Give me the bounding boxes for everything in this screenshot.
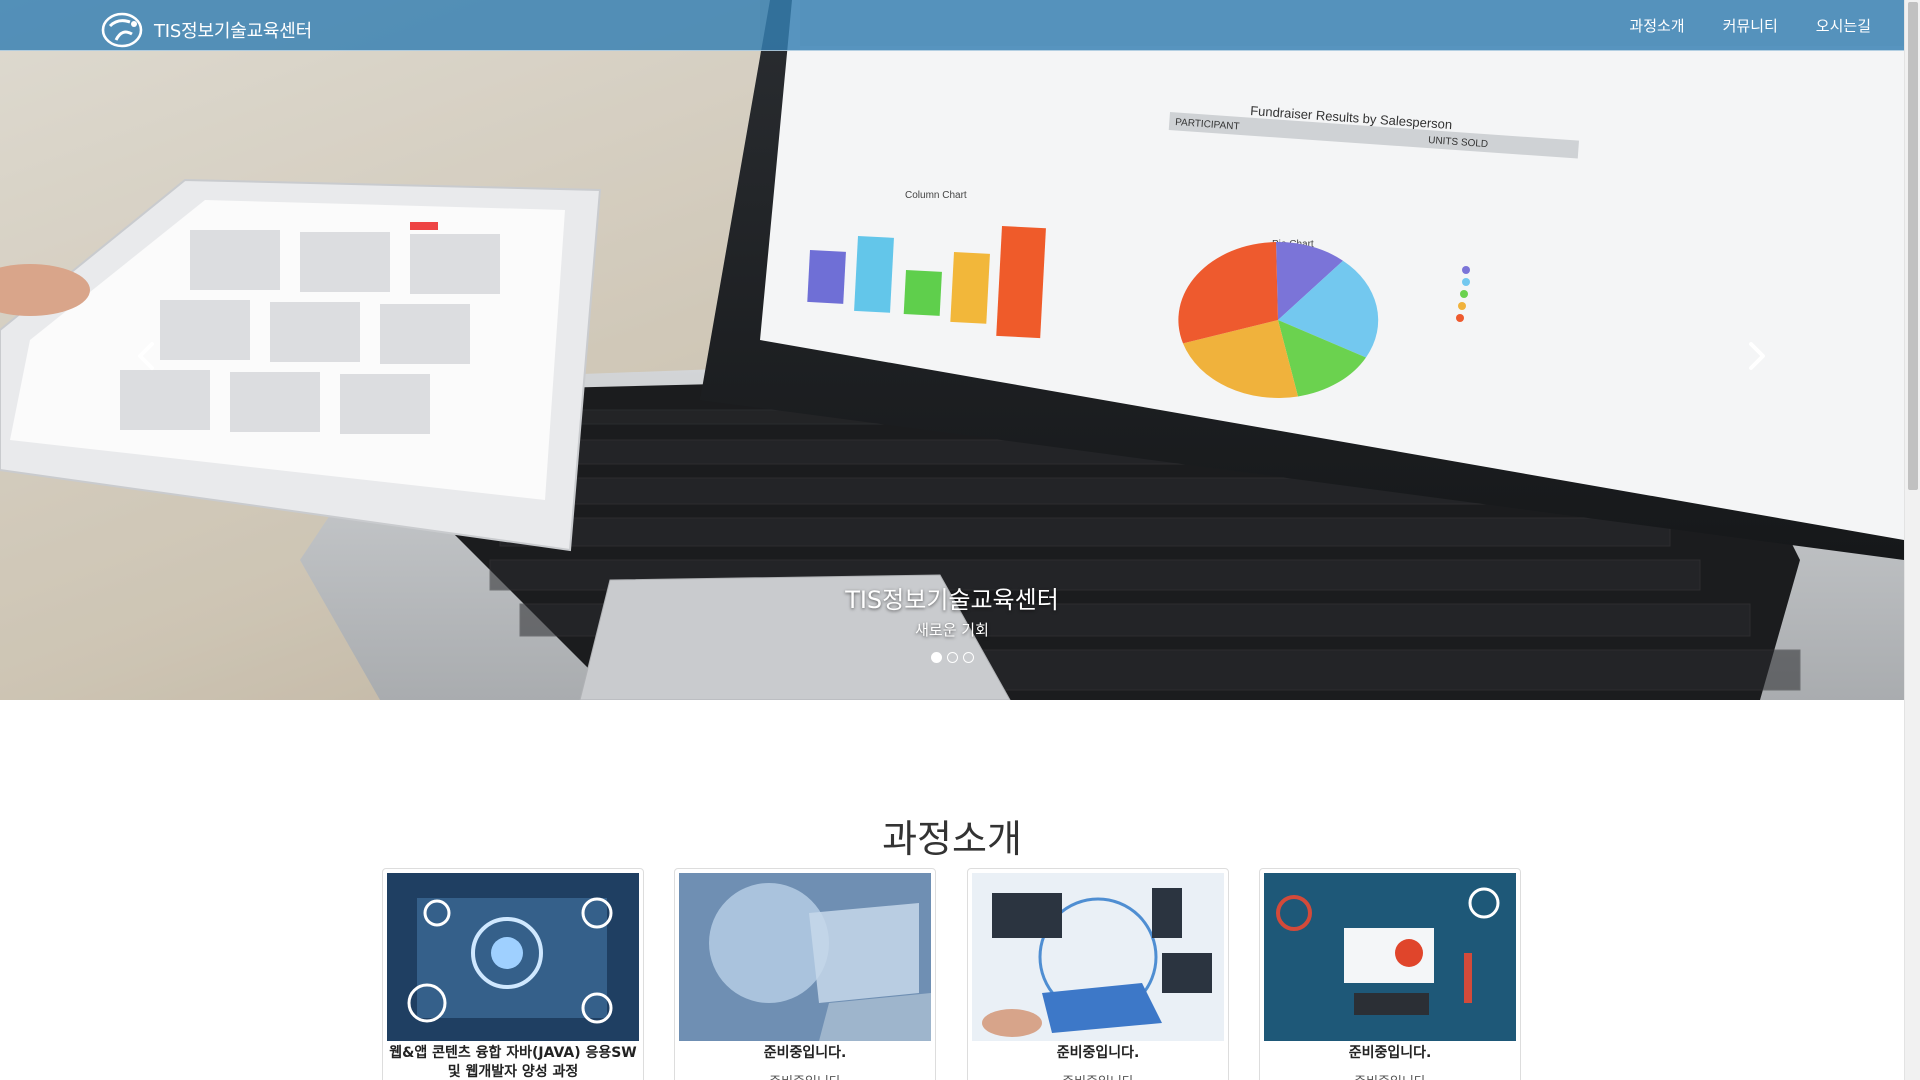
nav-menu: 과정소개 커뮤니티 오시는길 <box>1610 0 1890 51</box>
brand-link[interactable]: TIS정보기술교육센터 <box>100 12 312 48</box>
course-card-4[interactable]: 준비중입니다. 준비중입니다 <box>1259 868 1521 1080</box>
carousel-next-button[interactable] <box>1737 336 1777 376</box>
course-card-3[interactable]: 준비중입니다. 준비중입니다 <box>967 868 1229 1080</box>
carousel-prev-button[interactable] <box>126 336 166 376</box>
course-card-description: 준비중입니다 <box>972 1071 1224 1080</box>
carousel-indicator-1[interactable] <box>930 652 942 663</box>
course-card-description: 준비중입니다 <box>1264 1071 1516 1080</box>
carousel-indicators <box>0 652 1904 663</box>
carousel-caption-title: TIS정보기술교육센터 <box>845 586 1059 614</box>
course-card-image <box>972 873 1224 1041</box>
course-card-title: 준비중입니다. <box>1056 1045 1140 1061</box>
course-card-image <box>387 873 639 1041</box>
course-card-2[interactable]: 준비중입니다. 준비중입니다 <box>674 868 936 1080</box>
chevron-left-icon <box>138 342 154 370</box>
courses-section-title: 과정소개 <box>882 817 1022 861</box>
course-card-1[interactable]: 웹&앱 콘텐츠 융합 자바(JAVA) 응용SW 및 웹개발자 양성 과정 <box>382 868 644 1080</box>
page-scrollbar[interactable] <box>1904 0 1920 1080</box>
scrollbar-thumb[interactable] <box>1908 2 1918 490</box>
course-card-title: 준비중입니다. <box>763 1045 847 1061</box>
course-card-description: 준비중입니다 <box>679 1071 931 1080</box>
top-navbar: TIS정보기술교육센터 과정소개 커뮤니티 오시는길 <box>0 0 1904 51</box>
brand-logo-icon <box>101 12 143 48</box>
carousel-caption-subtitle: 새로운 기회 <box>915 621 989 639</box>
svg-text:Column Chart: Column Chart <box>905 190 967 201</box>
course-card-image <box>1264 873 1516 1041</box>
carousel-indicator-3[interactable] <box>962 652 974 663</box>
course-card-title: 웹&앱 콘텐츠 융합 자바(JAVA) 응용SW 및 웹개발자 양성 과정 <box>389 1045 637 1080</box>
nav-item-directions[interactable]: 오시는길 <box>1797 15 1890 36</box>
brand-name: TIS정보기술교육센터 <box>154 21 313 42</box>
course-card-image <box>679 873 931 1041</box>
course-card-title: 준비중입니다. <box>1348 1045 1432 1061</box>
nav-item-community[interactable]: 커뮤니티 <box>1704 15 1797 36</box>
chevron-right-icon <box>1749 342 1765 370</box>
carousel-indicator-2[interactable] <box>946 652 958 663</box>
nav-item-courses[interactable]: 과정소개 <box>1610 15 1703 36</box>
